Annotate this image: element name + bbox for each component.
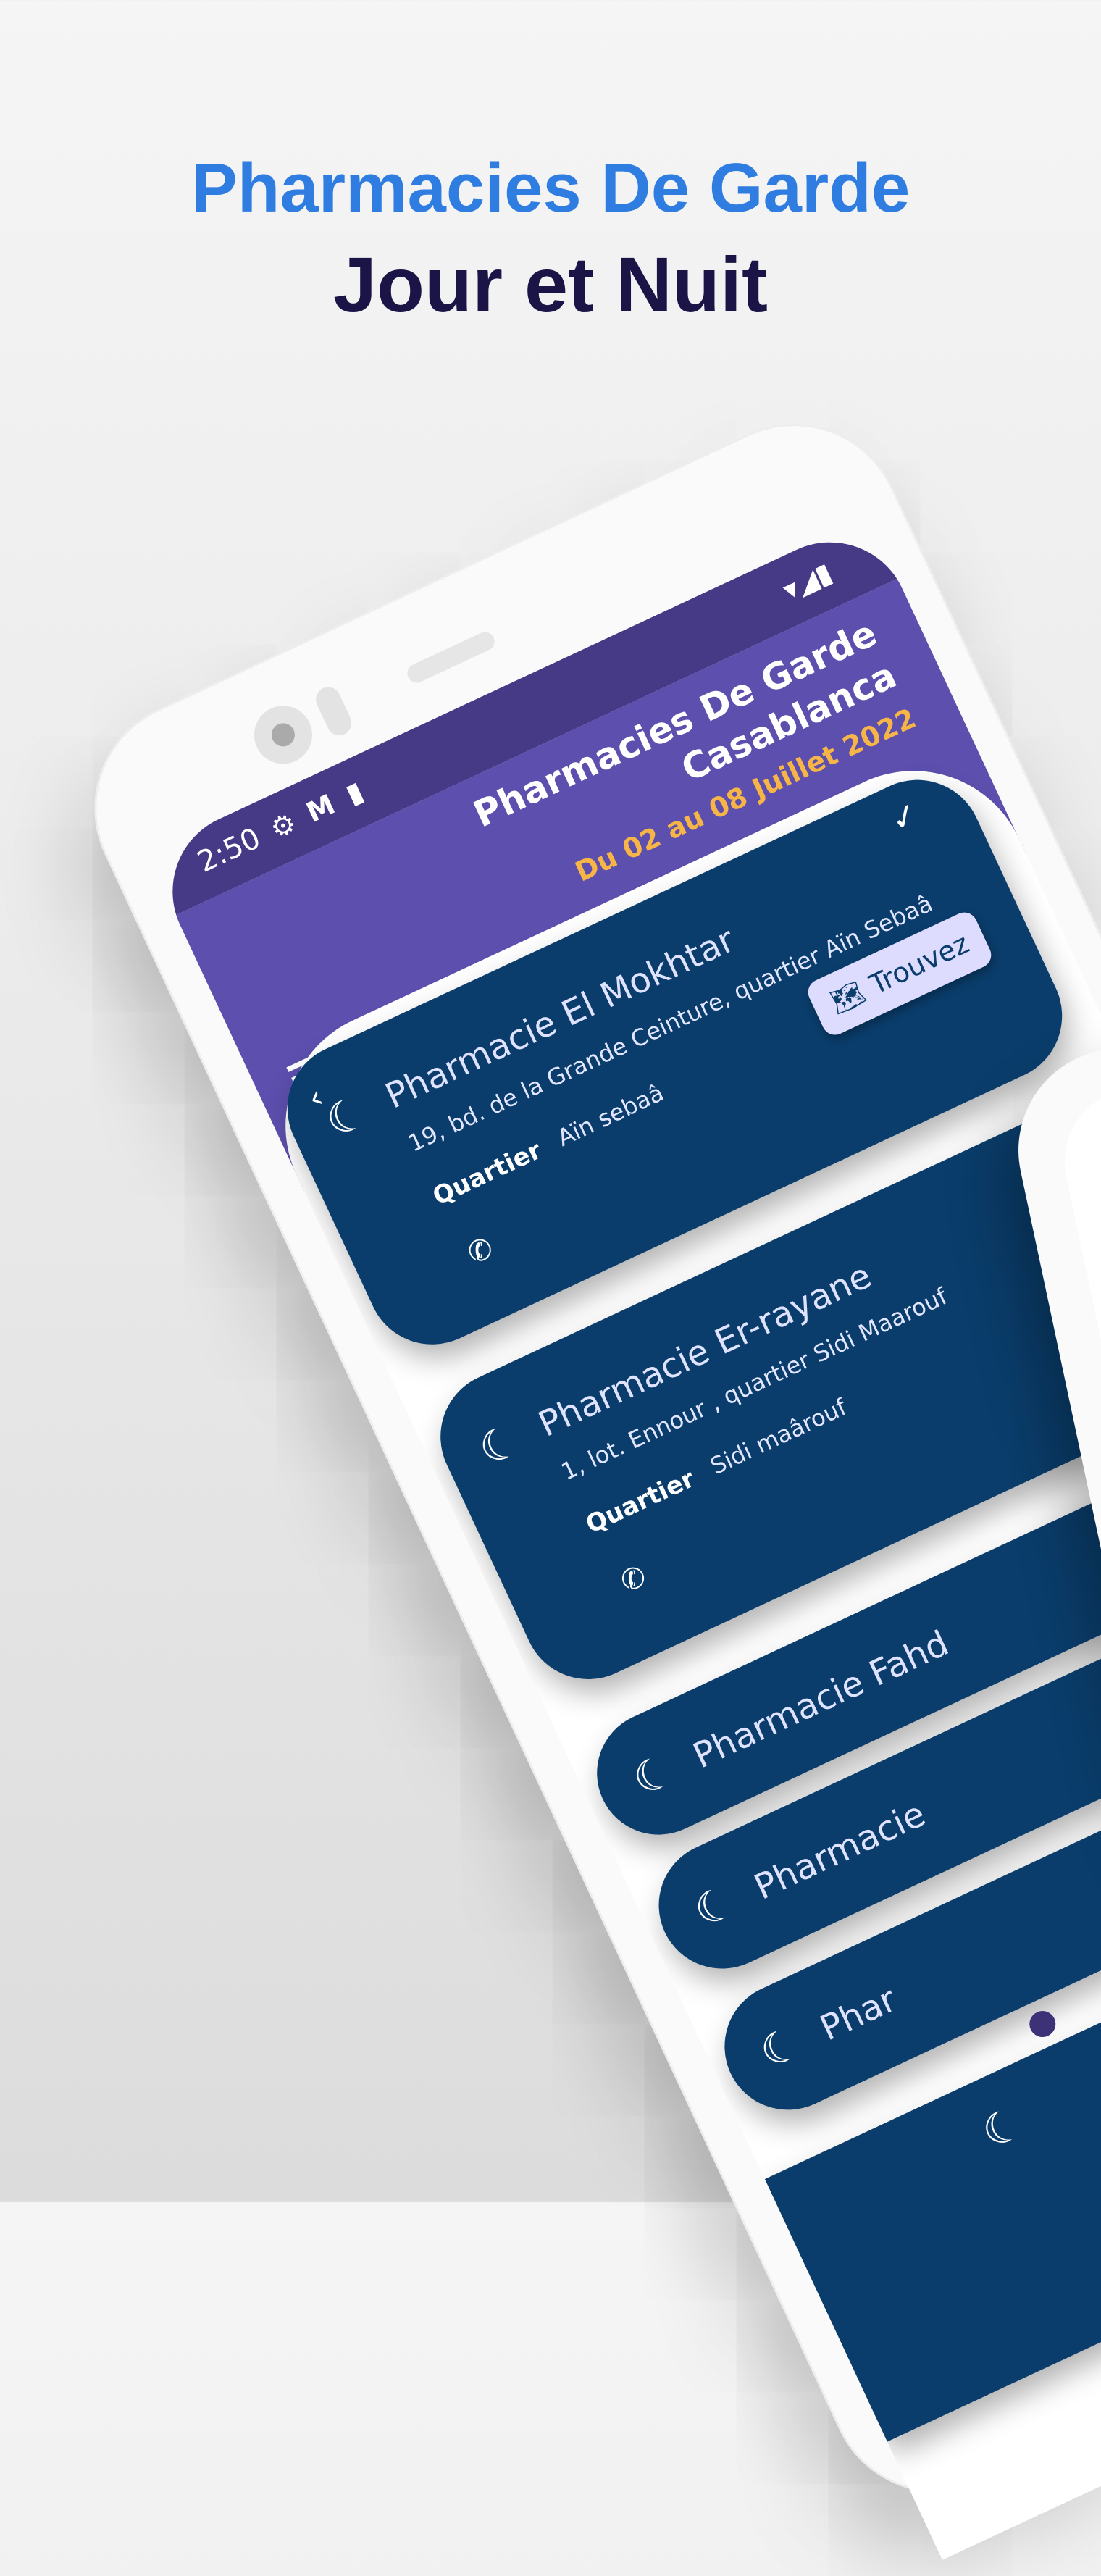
wifi-signal-battery-icon: ▾◢▮ <box>777 556 837 607</box>
promo-title: Pharmacies De Garde <box>191 149 910 227</box>
gmail-icon: M <box>301 788 340 829</box>
pharmacy-name: Pharmacie <box>748 1793 932 1908</box>
moon-icon: ☾ <box>752 2017 809 2080</box>
moon-icon: ☾ <box>317 1085 375 1149</box>
chevron-down-icon[interactable]: ✓ <box>884 793 926 840</box>
settings-icon: ⚙ <box>265 806 301 846</box>
camera <box>244 696 322 774</box>
pharmacy-name: Phar <box>813 1978 903 2049</box>
sensor <box>311 682 356 740</box>
quartier-label: Quartier <box>581 1464 700 1540</box>
moon-icon: ☾ <box>624 1744 682 1807</box>
moon-icon: ☾ <box>686 1875 743 1939</box>
phone-frame: 2:50 ⚙ M ▮ ▾◢▮ Pharmacies De Garde Casabl… <box>59 388 1101 2560</box>
promo-subtitle: Jour et Nuit <box>332 241 768 328</box>
status-time: 2:50 <box>192 821 266 879</box>
phone-icon[interactable]: ✆ <box>616 1559 652 1599</box>
moon-icon: ☾ <box>471 1414 528 1477</box>
phone-icon[interactable]: ✆ <box>462 1231 498 1271</box>
quartier-value: Aïn sebaâ <box>553 1079 669 1152</box>
sd-card-icon: ▮ <box>340 774 369 811</box>
speaker <box>404 629 498 686</box>
moon-icon[interactable]: ☾ <box>974 2097 1031 2159</box>
app-screen: 2:50 ⚙ M ▮ ▾◢▮ Pharmacies De Garde Casabl… <box>146 516 1101 2560</box>
nav-indicator-dot <box>1025 2007 1060 2041</box>
quartier-label: Quartier <box>428 1135 546 1212</box>
